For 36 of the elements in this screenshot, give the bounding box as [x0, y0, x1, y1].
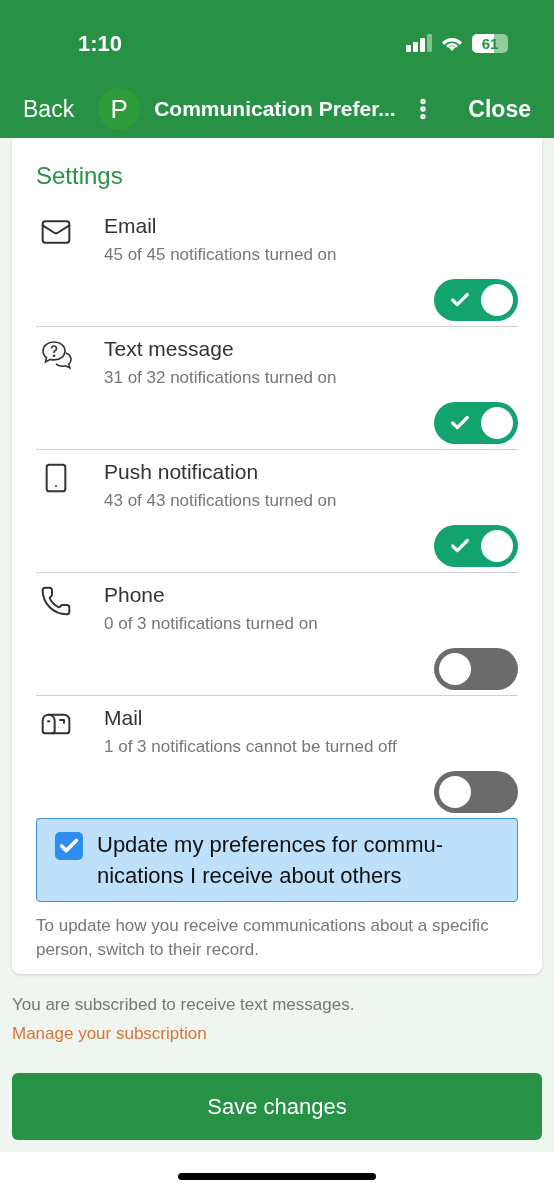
toggle-thumb — [439, 776, 471, 808]
toggle-thumb — [439, 653, 471, 685]
channel-name: Text message — [104, 336, 235, 362]
close-button[interactable]: Close — [468, 91, 531, 127]
toggle-switch[interactable] — [434, 771, 518, 813]
channel-summary: 31 of 32 notifications turned on — [104, 366, 338, 389]
save-button[interactable]: Save changes — [12, 1073, 542, 1140]
checkbox[interactable] — [55, 832, 83, 860]
toggle-thumb — [481, 407, 513, 439]
status-time: 1:10 — [78, 29, 123, 58]
section-title: Settings — [36, 161, 124, 191]
toggle-thumb — [481, 284, 513, 316]
channel-name: Email — [104, 213, 158, 239]
toggle-switch[interactable] — [434, 279, 518, 321]
avatar: P — [98, 88, 141, 130]
record-note: To update how you receive communications about a specific person, switch to their record. — [36, 915, 490, 961]
toggle-switch[interactable] — [434, 648, 518, 690]
battery-indicator: 61 — [472, 33, 508, 53]
toggle-switch[interactable] — [434, 525, 518, 567]
others-label: Update my preferences for commu-nications I receive about others — [97, 831, 445, 890]
subscription-notice: You are subscribed to receive text messages. Manage your subscription — [11, 994, 356, 1045]
channel-name: Phone — [104, 582, 166, 608]
page-title: Communication Prefer... — [154, 96, 396, 123]
channel-summary: 1 of 3 notifications cannot be turned off — [104, 735, 398, 758]
phone-icon — [40, 585, 72, 617]
channel-summary: 43 of 43 notifications turned on — [104, 489, 338, 512]
manage-subscription-link[interactable]: Manage your subscription — [12, 1024, 207, 1043]
channel-name: Mail — [104, 705, 144, 731]
signal-icon — [406, 34, 432, 52]
others-option[interactable]: Update my preferences for commu-nications I receive about others — [36, 818, 518, 902]
back-button[interactable]: Back — [23, 91, 75, 127]
channel-summary: 0 of 3 notifications turned on — [104, 612, 319, 635]
channel-name: Push notification — [104, 459, 260, 485]
channel-summary: 45 of 45 notifications turned on — [104, 243, 338, 266]
toggle-switch[interactable] — [434, 402, 518, 444]
toggle-thumb — [481, 530, 513, 562]
